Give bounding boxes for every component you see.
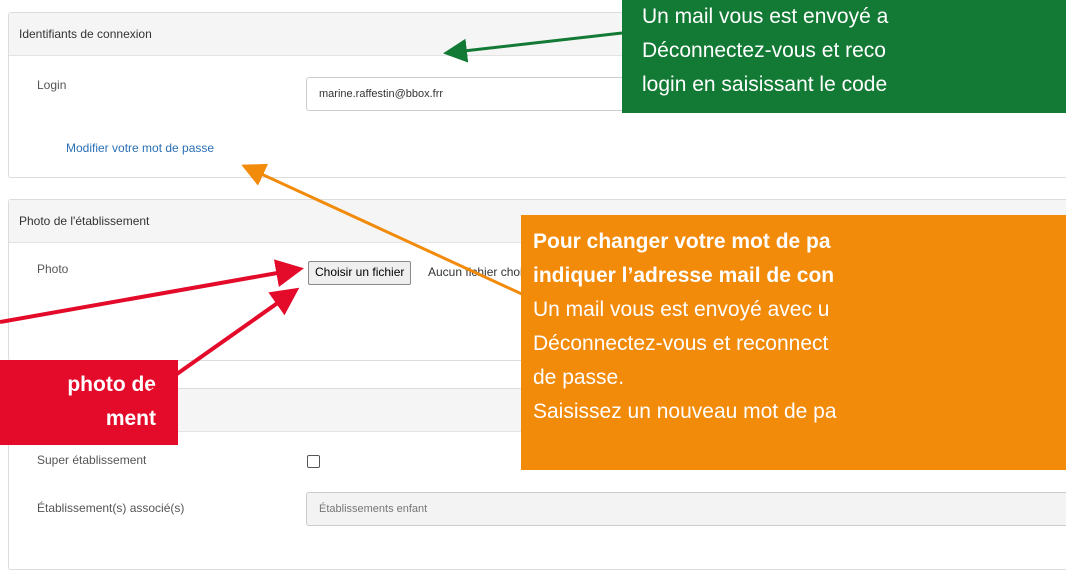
red-callout: photo de ment xyxy=(0,360,178,445)
green-callout: Un mail vous est envoyé a Déconnectez-vo… xyxy=(622,0,1066,113)
red-callout-line: photo de xyxy=(67,373,156,396)
login-label: Login xyxy=(37,78,67,92)
choose-file-button[interactable]: Choisir un fichier xyxy=(308,261,412,285)
no-file-chosen-text: Aucun fichier choisi xyxy=(428,265,532,279)
orange-callout: Pour changer votre mot de pa indiquer l’… xyxy=(521,215,1066,470)
orange-callout-line: Saisissez un nouveau mot de pa xyxy=(533,400,837,423)
associated-establishments-select[interactable]: Établissements enfant xyxy=(306,492,1066,526)
orange-callout-line: Un mail vous est envoyé avec u xyxy=(533,298,830,321)
photo-label: Photo xyxy=(37,262,69,276)
orange-callout-line: indiquer l’adresse mail de con xyxy=(533,264,835,287)
orange-callout-line: Pour changer votre mot de pa xyxy=(533,230,831,253)
green-callout-line: login en saisissant le code xyxy=(642,73,888,96)
red-callout-line: ment xyxy=(105,407,156,430)
login-input[interactable]: marine.raffestin@bbox.frr xyxy=(306,77,666,111)
green-callout-line: Déconnectez-vous et reco xyxy=(642,39,886,62)
super-establishment-checkbox[interactable] xyxy=(307,455,320,468)
change-password-link[interactable]: Modifier votre mot de passe xyxy=(66,141,214,155)
orange-callout-line: Déconnectez-vous et reconnect xyxy=(533,332,829,355)
super-establishment-label: Super établissement xyxy=(37,453,147,467)
associated-establishments-label: Établissement(s) associé(s) xyxy=(37,501,185,515)
orange-callout-line: de passe. xyxy=(533,366,625,389)
green-callout-line: Un mail vous est envoyé a xyxy=(642,5,889,28)
